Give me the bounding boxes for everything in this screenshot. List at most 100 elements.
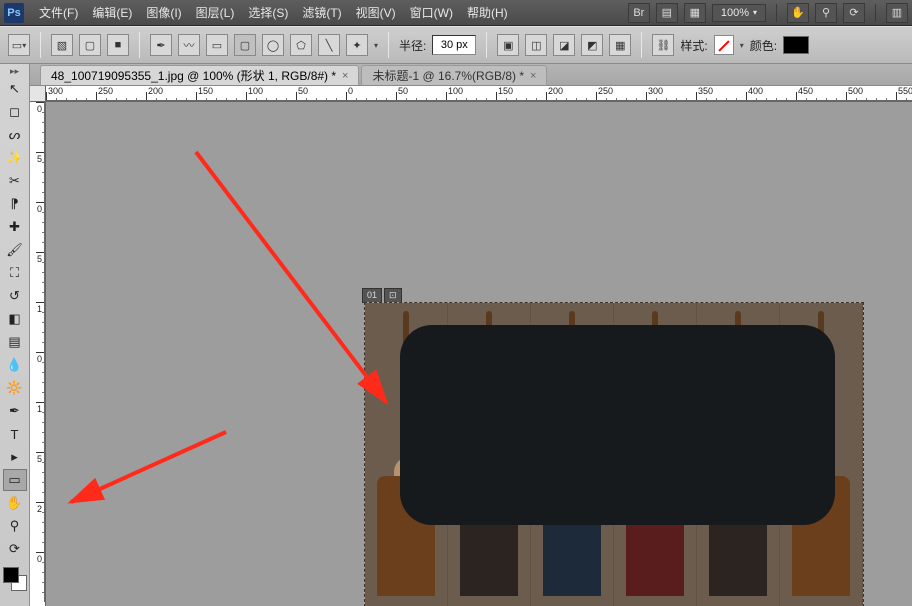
dodge-tool-icon[interactable]: 🔆 (3, 377, 27, 399)
crop-tool-icon[interactable]: ✂ (3, 170, 27, 192)
ruler-tick: 250 (596, 86, 646, 101)
combine-intersect-icon[interactable]: ◩ (581, 34, 603, 56)
eraser-tool-icon[interactable]: ◧ (3, 308, 27, 330)
path-selection-tool-icon[interactable]: ▸ (3, 446, 27, 468)
rotate-icon[interactable]: ⟳ (843, 3, 865, 23)
rotate-view-tool-icon[interactable]: ⟳ (3, 538, 27, 560)
style-arrow-icon[interactable]: ▾ (740, 41, 744, 50)
bridge-icon[interactable]: Br (628, 3, 650, 23)
menu-select[interactable]: 选择(S) (241, 0, 295, 25)
document-tab[interactable]: 未标题-1 @ 16.7%(RGB/8) * × (361, 65, 547, 85)
style-label: 样式: (680, 37, 707, 54)
ruler-tick: 0 (30, 552, 45, 602)
options-bar: ▭▾ ▧ ▢ ■ ✒ 〰 ▭ ▢ ◯ ⬠ ╲ ✦ ▾ 半径: ▣ ◫ ◪ ◩ ▦… (0, 26, 912, 64)
menu-file[interactable]: 文件(F) (32, 0, 85, 25)
gradient-tool-icon[interactable]: ▤ (3, 331, 27, 353)
combine-new-icon[interactable]: ▣ (497, 34, 519, 56)
ruler-tick: 100 (446, 86, 496, 101)
ruler-tick: 50 (396, 86, 446, 101)
document-tabs: 48_100719095355_1.jpg @ 100% (形状 1, RGB/… (30, 64, 912, 86)
clone-stamp-tool-icon[interactable]: ⛶ (3, 262, 27, 284)
line-icon[interactable]: ╲ (318, 34, 340, 56)
zoom-tool-icon[interactable]: ⚲ (3, 515, 27, 537)
move-tool-icon[interactable]: ↖ (3, 78, 27, 100)
ruler-tick: 250 (96, 86, 146, 101)
ruler-tick: 450 (796, 86, 846, 101)
lasso-tool-icon[interactable]: ᔕ (3, 124, 27, 146)
filmstrip-icon[interactable]: ▤ (656, 3, 678, 23)
freeform-pen-icon[interactable]: 〰 (178, 34, 200, 56)
ruler-tick: 0 (30, 352, 45, 402)
ruler-tick: 150 (196, 86, 246, 101)
ruler-tick: 350 (696, 86, 746, 101)
hand-icon[interactable]: ✋ (787, 3, 809, 23)
rounded-rectangle-tool-icon[interactable]: ▭ (3, 469, 27, 491)
separator (641, 32, 642, 58)
menu-image[interactable]: 图像(I) (139, 0, 188, 25)
ruler-tick: 400 (746, 86, 796, 101)
radius-input[interactable] (432, 35, 476, 55)
canvas-scroll[interactable]: 01 ⊡ (46, 102, 912, 606)
ruler-tick: 300 (46, 86, 96, 101)
foreground-color-swatch[interactable] (3, 567, 19, 583)
artboard[interactable] (364, 302, 864, 606)
no-style-icon[interactable] (714, 35, 734, 55)
zoom-icon[interactable]: ⚲ (815, 3, 837, 23)
app-logo: Ps (4, 3, 24, 23)
color-picker[interactable] (3, 567, 27, 591)
eyedropper-tool-icon[interactable]: ⁋ (3, 193, 27, 215)
close-icon[interactable]: × (342, 70, 348, 82)
main-area: ▸▸ ↖ ◻ ᔕ ✨ ✂ ⁋ ✚ 🖌 ⛶ ↺ ◧ ▤ 💧 🔆 ✒ T ▸ ▭ ✋… (0, 64, 912, 606)
blur-tool-icon[interactable]: 💧 (3, 354, 27, 376)
tab-label: 未标题-1 @ 16.7%(RGB/8) * (372, 67, 524, 84)
marquee-tool-icon[interactable]: ◻ (3, 101, 27, 123)
menu-window[interactable]: 窗口(W) (403, 0, 460, 25)
menu-bar: Ps 文件(F) 编辑(E) 图像(I) 图层(L) 选择(S) 滤镜(T) 视… (0, 0, 912, 26)
mode-paths-icon[interactable]: ▢ (79, 34, 101, 56)
ruler-tick: 0 (30, 102, 45, 152)
polygon-icon[interactable]: ⬠ (290, 34, 312, 56)
magic-wand-tool-icon[interactable]: ✨ (3, 147, 27, 169)
panels-icon[interactable]: ▥ (886, 3, 908, 23)
ruler-horizontal[interactable]: 300 250 200 150 100 50 0 50 100 150 200 … (46, 86, 912, 102)
ruler-vertical[interactable]: 0 5 0 5 1 0 1 5 2 0 (30, 102, 46, 606)
hand-tool-icon[interactable]: ✋ (3, 492, 27, 514)
menu-edit[interactable]: 编辑(E) (85, 0, 139, 25)
rounded-rectangle-icon[interactable]: ▢ (234, 34, 256, 56)
separator (388, 32, 389, 58)
menu-layer[interactable]: 图层(L) (189, 0, 242, 25)
ruler-tick: 200 (146, 86, 196, 101)
ellipse-icon[interactable]: ◯ (262, 34, 284, 56)
grid-icon[interactable]: ▦ (684, 3, 706, 23)
zoom-level[interactable]: 100% (712, 4, 766, 22)
type-tool-icon[interactable]: T (3, 423, 27, 445)
custom-shape-icon[interactable]: ✦ (346, 34, 368, 56)
close-icon[interactable]: × (530, 70, 536, 82)
rectangle-icon[interactable]: ▭ (206, 34, 228, 56)
ruler-tick: 2 (30, 502, 45, 552)
tools-drag-handle[interactable]: ▸▸ (3, 66, 27, 76)
pen-icon[interactable]: ✒ (150, 34, 172, 56)
ruler-tick: 1 (30, 302, 45, 352)
fill-color-swatch[interactable] (783, 36, 809, 54)
healing-brush-tool-icon[interactable]: ✚ (3, 216, 27, 238)
combine-exclude-icon[interactable]: ▦ (609, 34, 631, 56)
separator (139, 32, 140, 58)
shape-layer-rounded-rect[interactable] (400, 325, 835, 525)
menu-view[interactable]: 视图(V) (349, 0, 403, 25)
menu-filter[interactable]: 滤镜(T) (295, 0, 348, 25)
menu-help[interactable]: 帮助(H) (460, 0, 515, 25)
ruler-tick: 5 (30, 152, 45, 202)
shape-preset-icon[interactable]: ▭▾ (8, 34, 30, 56)
mode-shape-layers-icon[interactable]: ▧ (51, 34, 73, 56)
link-icon[interactable]: ⛓ (652, 34, 674, 56)
ruler-tick: 550 (896, 86, 912, 101)
history-brush-tool-icon[interactable]: ↺ (3, 285, 27, 307)
brush-tool-icon[interactable]: 🖌 (3, 239, 27, 261)
shape-options-arrow-icon[interactable]: ▾ (374, 41, 378, 50)
document-tab-active[interactable]: 48_100719095355_1.jpg @ 100% (形状 1, RGB/… (40, 65, 359, 85)
combine-add-icon[interactable]: ◫ (525, 34, 547, 56)
pen-tool-icon[interactable]: ✒ (3, 400, 27, 422)
mode-fill-pixels-icon[interactable]: ■ (107, 34, 129, 56)
combine-subtract-icon[interactable]: ◪ (553, 34, 575, 56)
